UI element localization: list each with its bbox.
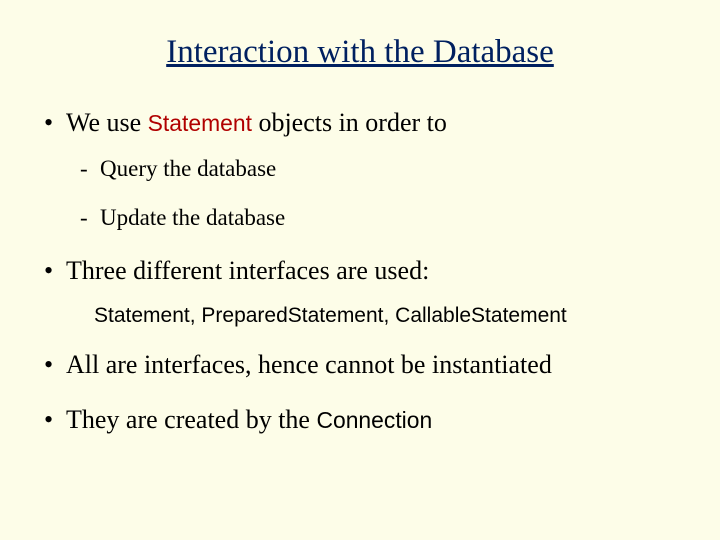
bullet-item-3: All are interfaces, hence cannot be inst… [40,349,680,382]
slide: Interaction with the Database We use Sta… [0,0,720,540]
bullet-item-1: We use Statement objects in order to Que… [40,107,680,233]
sub-item-update: Update the database [66,203,680,233]
bullet2-text: Three different interfaces are used: [66,256,429,285]
bullet-list: We use Statement objects in order to Que… [40,107,680,436]
sub-item-query: Query the database [66,154,680,184]
statement-code: Statement [148,110,252,136]
sub-list-1: Query the database Update the database [66,154,680,234]
bullet4-pre: They are created by the [66,405,316,434]
bullet1-post: objects in order to [252,108,447,137]
interfaces-list: Statement, PreparedStatement, CallableSt… [94,302,680,329]
connection-code: Connection [316,407,432,433]
slide-title: Interaction with the Database [40,34,680,71]
bullet-item-4: They are created by the Connection [40,404,680,437]
bullet-item-2: Three different interfaces are used: Sta… [40,255,680,329]
bullet1-pre: We use [66,108,148,137]
